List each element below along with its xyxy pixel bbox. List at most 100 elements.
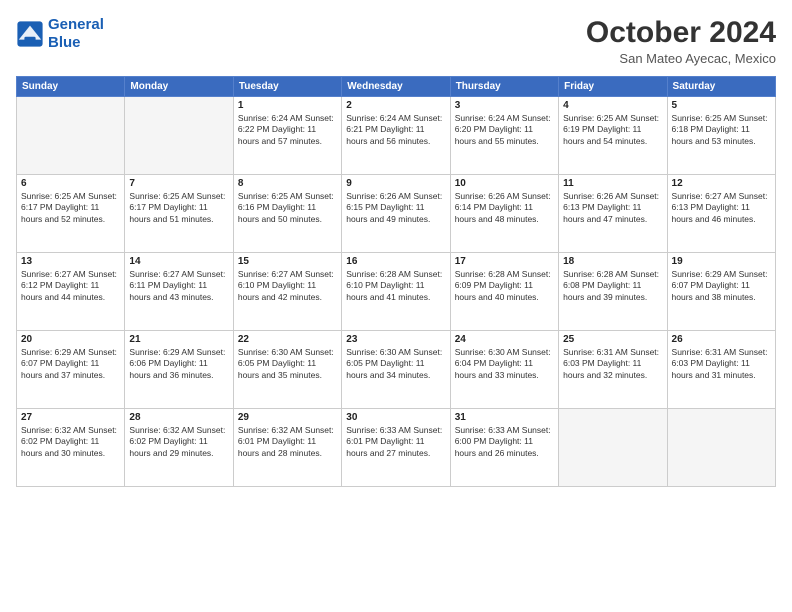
day-cell: 21 Sunrise: 6:29 AM Sunset: 6:06 PM Dayli… (125, 331, 233, 409)
day-info: Sunrise: 6:24 AM Sunset: 6:22 PM Dayligh… (238, 113, 337, 147)
day-info: Sunrise: 6:33 AM Sunset: 6:00 PM Dayligh… (455, 425, 554, 459)
day-number: 10 (455, 178, 554, 189)
day-cell: 24Sunrise: 6:30 AM Sunset: 6:04 PM Dayli… (450, 331, 558, 409)
day-number: 19 (672, 256, 771, 267)
day-cell: 22 Sunrise: 6:30 AM Sunset: 6:05 PM Dayli… (233, 331, 341, 409)
day-number: 5 (672, 100, 771, 111)
day-info: Sunrise: 6:28 AM Sunset: 6:09 PM Dayligh… (455, 269, 554, 303)
week-row-1: 1 Sunrise: 6:24 AM Sunset: 6:22 PM Daylig… (17, 97, 776, 175)
day-number: 12 (672, 178, 771, 189)
day-number: 8 (238, 178, 337, 189)
day-info: Sunrise: 6:32 AM Sunset: 6:01 PM Dayligh… (238, 425, 337, 459)
day-cell: 13Sunrise: 6:27 AM Sunset: 6:12 PM Dayli… (17, 253, 125, 331)
header: General Blue October 2024 San Mateo Ayec… (16, 16, 776, 66)
day-number: 11 (563, 178, 662, 189)
day-info: Sunrise: 6:27 AM Sunset: 6:10 PM Dayligh… (238, 269, 337, 303)
day-info: Sunrise: 6:27 AM Sunset: 6:11 PM Dayligh… (129, 269, 228, 303)
day-number: 26 (672, 334, 771, 345)
col-header-wednesday: Wednesday (342, 77, 450, 97)
col-header-monday: Monday (125, 77, 233, 97)
day-info: Sunrise: 6:30 AM Sunset: 6:05 PM Dayligh… (238, 347, 337, 381)
week-row-5: 27 Sunrise: 6:32 AM Sunset: 6:02 PM Dayli… (17, 409, 776, 487)
page: General Blue October 2024 San Mateo Ayec… (0, 0, 792, 612)
col-header-tuesday: Tuesday (233, 77, 341, 97)
day-number: 22 (238, 334, 337, 345)
month-title: October 2024 (586, 16, 776, 49)
logo-general: General (48, 16, 104, 33)
day-cell: 15 Sunrise: 6:27 AM Sunset: 6:10 PM Dayli… (233, 253, 341, 331)
day-cell (125, 97, 233, 175)
day-cell: 3Sunrise: 6:24 AM Sunset: 6:20 PM Daylig… (450, 97, 558, 175)
day-info: Sunrise: 6:29 AM Sunset: 6:06 PM Dayligh… (129, 347, 228, 381)
day-number: 1 (238, 100, 337, 111)
day-info: Sunrise: 6:26 AM Sunset: 6:14 PM Dayligh… (455, 191, 554, 225)
day-info: Sunrise: 6:26 AM Sunset: 6:13 PM Dayligh… (563, 191, 662, 225)
logo-text: General Blue (48, 16, 104, 52)
day-number: 21 (129, 334, 228, 345)
col-header-thursday: Thursday (450, 77, 558, 97)
day-number: 9 (346, 178, 445, 189)
col-header-sunday: Sunday (17, 77, 125, 97)
day-info: Sunrise: 6:27 AM Sunset: 6:13 PM Dayligh… (672, 191, 771, 225)
day-cell: 30Sunrise: 6:33 AM Sunset: 6:01 PM Dayli… (342, 409, 450, 487)
logo-blue: Blue (48, 34, 81, 51)
day-info: Sunrise: 6:25 AM Sunset: 6:18 PM Dayligh… (672, 113, 771, 147)
week-row-2: 6 Sunrise: 6:25 AM Sunset: 6:17 PM Daylig… (17, 175, 776, 253)
day-number: 18 (563, 256, 662, 267)
day-cell (667, 409, 775, 487)
day-number: 6 (21, 178, 120, 189)
day-cell: 5 Sunrise: 6:25 AM Sunset: 6:18 PM Daylig… (667, 97, 775, 175)
day-number: 27 (21, 412, 120, 423)
week-row-4: 20Sunrise: 6:29 AM Sunset: 6:07 PM Dayli… (17, 331, 776, 409)
day-cell: 6 Sunrise: 6:25 AM Sunset: 6:17 PM Daylig… (17, 175, 125, 253)
day-info: Sunrise: 6:25 AM Sunset: 6:17 PM Dayligh… (21, 191, 120, 225)
day-cell: 11 Sunrise: 6:26 AM Sunset: 6:13 PM Dayli… (559, 175, 667, 253)
day-cell: 8 Sunrise: 6:25 AM Sunset: 6:16 PM Daylig… (233, 175, 341, 253)
day-cell: 28Sunrise: 6:32 AM Sunset: 6:02 PM Dayli… (125, 409, 233, 487)
logo: General Blue (16, 16, 104, 52)
day-cell: 26 Sunrise: 6:31 AM Sunset: 6:03 PM Dayli… (667, 331, 775, 409)
day-number: 7 (129, 178, 228, 189)
day-number: 28 (129, 412, 228, 423)
calendar-table: SundayMondayTuesdayWednesdayThursdayFrid… (16, 76, 776, 487)
day-info: Sunrise: 6:29 AM Sunset: 6:07 PM Dayligh… (21, 347, 120, 381)
day-cell: 17 Sunrise: 6:28 AM Sunset: 6:09 PM Dayli… (450, 253, 558, 331)
col-header-friday: Friday (559, 77, 667, 97)
day-number: 13 (21, 256, 120, 267)
day-cell: 10 Sunrise: 6:26 AM Sunset: 6:14 PM Dayli… (450, 175, 558, 253)
day-cell: 25 Sunrise: 6:31 AM Sunset: 6:03 PM Dayli… (559, 331, 667, 409)
day-cell: 20Sunrise: 6:29 AM Sunset: 6:07 PM Dayli… (17, 331, 125, 409)
day-cell: 16Sunrise: 6:28 AM Sunset: 6:10 PM Dayli… (342, 253, 450, 331)
day-cell: 23Sunrise: 6:30 AM Sunset: 6:05 PM Dayli… (342, 331, 450, 409)
day-cell (559, 409, 667, 487)
day-cell: 1 Sunrise: 6:24 AM Sunset: 6:22 PM Daylig… (233, 97, 341, 175)
day-info: Sunrise: 6:26 AM Sunset: 6:15 PM Dayligh… (346, 191, 445, 225)
day-cell: 7 Sunrise: 6:25 AM Sunset: 6:17 PM Daylig… (125, 175, 233, 253)
title-block: October 2024 San Mateo Ayecac, Mexico (586, 16, 776, 66)
day-cell: 27 Sunrise: 6:32 AM Sunset: 6:02 PM Dayli… (17, 409, 125, 487)
day-number: 15 (238, 256, 337, 267)
day-info: Sunrise: 6:28 AM Sunset: 6:10 PM Dayligh… (346, 269, 445, 303)
day-info: Sunrise: 6:25 AM Sunset: 6:19 PM Dayligh… (563, 113, 662, 147)
day-info: Sunrise: 6:31 AM Sunset: 6:03 PM Dayligh… (672, 347, 771, 381)
logo-icon (16, 20, 44, 48)
day-number: 17 (455, 256, 554, 267)
calendar-header-row: SundayMondayTuesdayWednesdayThursdayFrid… (17, 77, 776, 97)
col-header-saturday: Saturday (667, 77, 775, 97)
day-number: 3 (455, 100, 554, 111)
day-info: Sunrise: 6:32 AM Sunset: 6:02 PM Dayligh… (21, 425, 120, 459)
day-cell: 9 Sunrise: 6:26 AM Sunset: 6:15 PM Daylig… (342, 175, 450, 253)
day-cell: 29Sunrise: 6:32 AM Sunset: 6:01 PM Dayli… (233, 409, 341, 487)
day-info: Sunrise: 6:29 AM Sunset: 6:07 PM Dayligh… (672, 269, 771, 303)
day-cell: 4 Sunrise: 6:25 AM Sunset: 6:19 PM Daylig… (559, 97, 667, 175)
day-number: 4 (563, 100, 662, 111)
day-info: Sunrise: 6:25 AM Sunset: 6:17 PM Dayligh… (129, 191, 228, 225)
day-number: 30 (346, 412, 445, 423)
day-info: Sunrise: 6:25 AM Sunset: 6:16 PM Dayligh… (238, 191, 337, 225)
day-info: Sunrise: 6:24 AM Sunset: 6:21 PM Dayligh… (346, 113, 445, 147)
day-info: Sunrise: 6:30 AM Sunset: 6:05 PM Dayligh… (346, 347, 445, 381)
day-cell: 19 Sunrise: 6:29 AM Sunset: 6:07 PM Dayli… (667, 253, 775, 331)
day-cell: 2Sunrise: 6:24 AM Sunset: 6:21 PM Daylig… (342, 97, 450, 175)
day-number: 25 (563, 334, 662, 345)
day-info: Sunrise: 6:31 AM Sunset: 6:03 PM Dayligh… (563, 347, 662, 381)
